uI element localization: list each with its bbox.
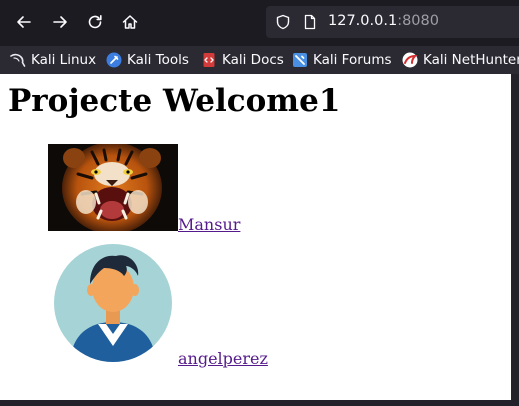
- kali-forums-icon: [293, 53, 307, 67]
- bookmark-kali-forums[interactable]: Kali Forums: [292, 51, 392, 69]
- url-text[interactable]: 127.0.0.1:8080: [328, 13, 439, 29]
- bookmark-label: Kali Linux: [31, 52, 97, 68]
- page-info-icon[interactable]: [302, 14, 318, 30]
- shield-icon[interactable]: [275, 14, 291, 30]
- user-link-angelperez[interactable]: angelperez: [178, 349, 268, 368]
- bookmark-kali-tools[interactable]: Kali Tools: [106, 51, 189, 69]
- bookmark-kali-linux[interactable]: Kali Linux: [10, 51, 96, 69]
- page-title: Projecte Welcome1: [8, 83, 341, 119]
- bookmarks-bar: Kali Linux Kali Tools Kali Docs Kali For…: [0, 46, 519, 74]
- reload-icon: [88, 15, 102, 29]
- kali-docs-icon: [203, 53, 215, 67]
- window-edge-right: [511, 74, 519, 406]
- home-icon: [122, 15, 138, 29]
- window-edge-bottom: [0, 400, 519, 406]
- arrow-left-icon: [17, 16, 31, 28]
- browser-toolbar: 127.0.0.1:8080: [0, 0, 519, 46]
- bookmark-label: Kali Forums: [313, 52, 392, 68]
- bookmark-kali-nethunter[interactable]: Kali NetHunter: [402, 51, 519, 69]
- kali-tools-icon: [106, 52, 122, 68]
- reload-button[interactable]: [82, 9, 108, 35]
- bookmark-kali-docs[interactable]: Kali Docs: [201, 51, 284, 69]
- kali-dragon-icon: [10, 53, 26, 67]
- page-viewport[interactable]: Projecte Welcome1 Mansur angelperez: [0, 74, 511, 400]
- user-link-mansur[interactable]: Mansur: [178, 215, 240, 234]
- url-bar[interactable]: 127.0.0.1:8080: [266, 6, 519, 38]
- bookmark-label: Kali Docs: [222, 52, 284, 68]
- url-port: :8080: [397, 13, 439, 29]
- bookmark-label: Kali Tools: [127, 52, 189, 68]
- tiger-photo: [48, 144, 178, 231]
- bookmark-label: Kali NetHunter: [423, 52, 519, 68]
- kali-nethunter-icon: [402, 52, 418, 68]
- forward-button[interactable]: [47, 9, 73, 35]
- home-button[interactable]: [117, 9, 143, 35]
- back-button[interactable]: [11, 9, 37, 35]
- avatar-illustration: [54, 244, 172, 362]
- arrow-right-icon: [53, 16, 67, 28]
- url-host: 127.0.0.1: [328, 13, 398, 29]
